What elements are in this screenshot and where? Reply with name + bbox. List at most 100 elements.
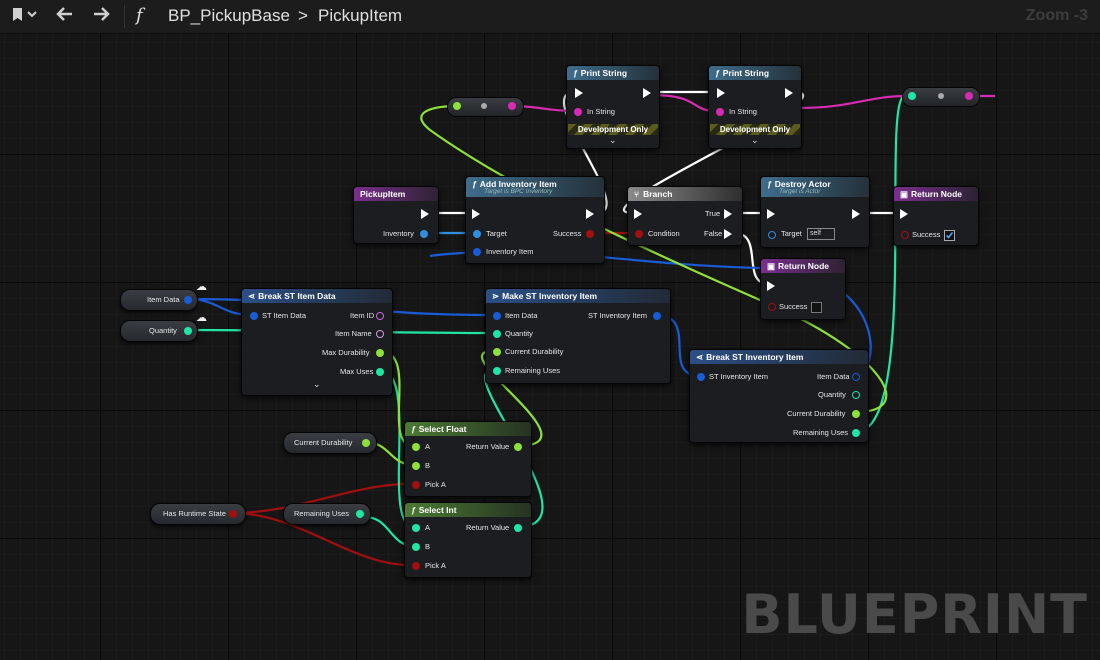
bookmark-dropdown-button[interactable]	[6, 4, 42, 29]
node-title: Break ST Item Data	[258, 291, 336, 301]
function-entry-node[interactable]: PickupItem Inventory	[353, 186, 439, 244]
bool-pin[interactable]	[412, 562, 420, 570]
object-pin[interactable]	[768, 231, 776, 239]
return-node[interactable]: ▣ Return Node Success	[760, 258, 846, 320]
breadcrumb-root[interactable]: BP_PickupBase	[168, 6, 290, 26]
pin-label: Current Durability	[787, 409, 846, 418]
chevron-down-icon[interactable]: ⌄	[609, 135, 617, 146]
bool-pin[interactable]	[412, 481, 420, 489]
success-checkbox[interactable]	[944, 230, 955, 241]
exec-in-pin[interactable]	[900, 209, 908, 219]
return-node[interactable]: ▣ Return Node Success	[893, 186, 979, 246]
pin-label: Max Uses	[340, 367, 374, 376]
variable-remaining-uses[interactable]: Remaining Uses	[283, 503, 371, 525]
exec-out-pin[interactable]	[724, 209, 732, 219]
variable-label: Current Durability	[294, 438, 353, 447]
bool-pin[interactable]	[901, 231, 909, 239]
string-pin[interactable]	[574, 108, 582, 116]
branch-node[interactable]: ⑂ Branch True Condition False	[627, 186, 743, 246]
breadcrumb-current[interactable]: PickupItem	[318, 6, 402, 26]
add-inventory-item-node[interactable]: ƒ Add Inventory Item Target is BPC Invent…	[465, 176, 605, 264]
pin-label: In String	[729, 107, 757, 116]
struct-pin[interactable]	[493, 312, 501, 320]
float-pin[interactable]	[514, 443, 522, 451]
int-pin[interactable]	[493, 330, 501, 338]
bool-pin[interactable]	[229, 510, 237, 518]
pin-label: Target	[781, 229, 802, 238]
exec-out-pin[interactable]	[724, 229, 732, 239]
bookmark-icon	[13, 8, 37, 21]
struct-pin[interactable]	[473, 248, 481, 256]
select-int-node[interactable]: ƒ Select Int A Return Value B Pick A	[404, 502, 532, 578]
print-string-node[interactable]: ƒ Print String In String Development Only…	[708, 65, 802, 149]
variable-item-data[interactable]: Item Data	[120, 289, 198, 311]
development-only-bar: Development Only	[568, 124, 658, 135]
chevron-down-icon[interactable]: ⌄	[751, 135, 759, 146]
bool-pin[interactable]	[768, 303, 776, 311]
int-pin[interactable]	[493, 367, 501, 375]
float-pin[interactable]	[412, 443, 420, 451]
int-pin[interactable]	[412, 543, 420, 551]
int-pin[interactable]	[376, 368, 384, 376]
object-pin[interactable]	[473, 230, 481, 238]
make-st-inventory-item-node[interactable]: ⋗ Make ST Inventory Item Item Data ST Inv…	[485, 288, 671, 384]
node-title: Select Int	[418, 505, 457, 515]
float-pin[interactable]	[852, 410, 860, 418]
variable-quantity[interactable]: Quantity	[120, 320, 198, 342]
pin-label: B	[425, 542, 431, 551]
string-pin[interactable]	[716, 108, 724, 116]
pin-label: Return Value	[466, 523, 510, 532]
struct-pin[interactable]	[697, 373, 705, 381]
int-pin[interactable]	[852, 391, 860, 399]
float-pin[interactable]	[376, 349, 384, 357]
struct-pin[interactable]	[852, 373, 860, 381]
back-button[interactable]	[52, 4, 78, 29]
int-pin[interactable]	[852, 429, 860, 437]
reroute-node[interactable]	[447, 97, 524, 117]
exec-out-pin[interactable]	[785, 88, 793, 98]
bool-pin[interactable]	[635, 230, 643, 238]
success-checkbox[interactable]	[811, 302, 822, 313]
exec-in-pin[interactable]	[634, 209, 642, 219]
int-pin[interactable]	[412, 524, 420, 532]
select-float-node[interactable]: ƒ Select Float A Return Value B Pick A	[404, 421, 532, 497]
function-icon: ƒ	[472, 179, 477, 189]
break-struct-icon: ⋖	[248, 291, 256, 301]
float-pin[interactable]	[362, 439, 370, 447]
variable-has-runtime-state[interactable]: Has Runtime State	[150, 503, 246, 525]
print-string-node[interactable]: ƒ Print String In String Development Only…	[566, 65, 660, 149]
variable-current-durability[interactable]: Current Durability	[283, 432, 377, 454]
float-pin[interactable]	[412, 462, 420, 470]
exec-out-pin[interactable]	[852, 209, 860, 219]
float-pin[interactable]	[493, 348, 501, 356]
int-pin[interactable]	[184, 327, 192, 335]
object-pin[interactable]	[420, 230, 428, 238]
struct-pin[interactable]	[250, 312, 258, 320]
struct-pin[interactable]	[653, 312, 661, 320]
exec-out-pin[interactable]	[586, 209, 594, 219]
exec-in-pin[interactable]	[575, 88, 583, 98]
chevron-down-icon[interactable]: ⌄	[313, 379, 321, 390]
reroute-node[interactable]	[902, 87, 980, 107]
exec-in-pin[interactable]	[767, 281, 775, 291]
name-pin[interactable]	[376, 312, 384, 320]
self-field[interactable]: self	[807, 228, 835, 240]
exec-in-pin[interactable]	[472, 209, 480, 219]
destroy-actor-node[interactable]: ƒ Destroy Actor Target is Actor Target se…	[760, 176, 870, 248]
int-pin[interactable]	[514, 524, 522, 532]
exec-out-pin[interactable]	[643, 88, 651, 98]
break-st-item-data-node[interactable]: ⋖ Break ST Item Data ST Item Data Item ID…	[241, 288, 393, 396]
forward-button[interactable]	[88, 4, 114, 29]
exec-in-pin[interactable]	[767, 209, 775, 219]
string-pin[interactable]	[376, 330, 384, 338]
pin-label: Current Durability	[505, 347, 564, 356]
exec-in-pin[interactable]	[717, 88, 725, 98]
pin-label: Remaining Uses	[505, 366, 561, 375]
function-icon: ƒ	[411, 505, 416, 515]
break-st-inventory-item-node[interactable]: ⋖ Break ST Inventory Item ST Inventory It…	[689, 349, 869, 443]
struct-pin[interactable]	[184, 296, 192, 304]
int-pin[interactable]	[356, 510, 364, 518]
node-title: Break ST Inventory Item	[706, 352, 804, 362]
bool-pin[interactable]	[586, 230, 594, 238]
exec-out-pin[interactable]	[421, 209, 429, 219]
